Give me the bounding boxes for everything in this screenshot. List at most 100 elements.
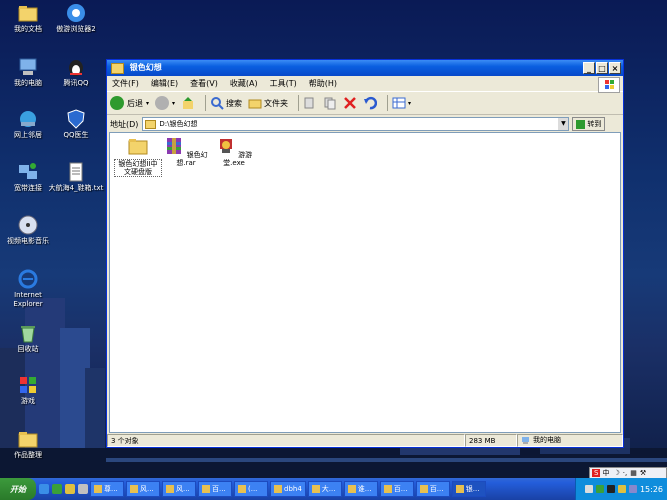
folder-icon [145,119,157,129]
taskbar-item[interactable]: 百... [379,481,414,497]
speaker-icon[interactable] [628,485,637,493]
desktop-icon-text-file[interactable]: 大航海4_鞋箱.txt [48,161,104,193]
up-folder-button[interactable] [181,96,195,110]
rar-archive-icon [167,138,182,154]
system-tray: 15:26 [575,478,667,500]
address-label: 地址(D) [110,119,139,129]
clock[interactable]: 15:26 [640,485,663,494]
start-button[interactable]: 开始 [0,478,36,500]
desktop-icon-qq[interactable]: 腾讯QQ [48,56,104,88]
close-button[interactable]: × [609,62,621,74]
quicklaunch-app-icon[interactable] [65,484,75,494]
folder-icon [274,485,282,493]
app-icon [238,485,246,493]
menu-view[interactable]: 查看(V) [190,78,218,89]
desktop-icon-games[interactable]: 游戏 [0,374,56,406]
folder-icon [18,6,38,22]
toolbar: 后退 ▾ ▾ 搜索 文件夹 ▾ [107,91,623,115]
go-button[interactable]: 转到 [572,117,606,131]
menu-file[interactable]: 文件(F) [112,78,139,89]
folder-icon [18,432,38,448]
taskbar-item[interactable]: 百... [415,481,450,497]
search-icon [211,97,224,110]
quicklaunch-desktop-icon[interactable] [78,484,88,494]
menu-tools[interactable]: 工具(T) [270,78,297,89]
desktop-icon-media[interactable]: 视频电影音乐 [0,214,56,246]
menu-help[interactable]: 帮助(H) [309,78,337,89]
file-item[interactable]: 游游堂.exe [210,137,258,167]
status-count: 3 个对象 [107,434,465,447]
taskbar-item[interactable]: dbh4 [270,481,306,497]
taskbar-item-active[interactable]: 银... [451,481,486,497]
network-connection-icon [19,163,37,179]
folder-icon [248,99,262,109]
address-bar: 地址(D) D:\银色幻想 ▼ 转到 [107,115,623,133]
delete-x-icon [344,97,356,109]
views-grid-icon [392,97,406,109]
move-to-icon [304,97,314,109]
cd-media-icon [18,215,38,235]
address-input[interactable]: D:\银色幻想 ▼ [142,117,570,131]
taskbar-item[interactable]: 风... [126,481,160,497]
desktop-icon-qq-doctor[interactable]: QQ医生 [48,108,104,140]
folders-button[interactable]: 文件夹 [248,96,288,110]
status-size: 283 MB [465,434,517,447]
tray-icon[interactable] [584,485,593,493]
back-arrow-icon [110,96,124,110]
ime-mode[interactable]: 中 [602,468,609,478]
qq-penguin-icon [69,60,83,76]
ime-keyboard-icon[interactable]: ▦ [630,469,637,477]
up-arrow-icon [183,97,194,109]
file-item[interactable]: 银色幻想.rar [162,137,210,167]
internet-explorer-icon [18,269,38,289]
menu-bar: 文件(F) 编辑(E) 查看(V) 收藏(A) 工具(T) 帮助(H) [107,76,623,93]
window-titlebar[interactable]: 银色幻想 _ □ × [107,60,623,76]
minimize-button[interactable]: _ [583,62,595,74]
app-icon [383,485,392,493]
views-button[interactable]: ▾ [392,96,411,110]
folder-icon [128,139,148,155]
back-button[interactable]: 后退 ▾ [110,96,149,110]
ime-tools-icon[interactable]: ⚒ [640,469,646,477]
file-list[interactable]: 银色幻想II中文硬盘版 银色幻想.rar 游游堂.exe [109,132,621,433]
copy-to-button[interactable] [323,96,337,110]
tray-icon[interactable] [595,485,604,493]
quicklaunch-browser-icon[interactable] [39,484,49,494]
forward-button[interactable]: ▾ [155,96,175,110]
menu-edit[interactable]: 编辑(E) [151,78,178,89]
desktop-icon-internet-explorer[interactable]: Internet Explorer [0,268,56,309]
forward-arrow-icon [155,96,170,110]
app-icon [311,485,320,493]
tray-icon[interactable] [617,485,626,493]
app-icon [202,485,210,493]
ime-moon-icon[interactable]: ☽ [613,469,619,477]
taskbar-item[interactable]: 大... [307,481,342,497]
app-icon [94,485,102,493]
search-button[interactable]: 搜索 [210,96,242,110]
move-to-button[interactable] [303,96,317,110]
status-location: 我的电脑 [517,434,623,447]
address-dropdown[interactable]: ▼ [558,118,569,130]
taskbar-item[interactable]: 谁... [343,481,378,497]
ime-punct-icon[interactable]: ·, [623,469,627,477]
app-icon [166,485,174,493]
taskbar-item[interactable]: 尊... [90,481,124,497]
recycle-bin-icon [21,326,35,343]
delete-button[interactable] [343,96,357,110]
text-file-icon [69,162,83,182]
desktop-icon-works[interactable]: 作品整理 [0,428,56,460]
window-title: 银色幻想 [129,63,162,72]
desktop-icon-maxthon[interactable]: 傲游浏览器2 [48,2,104,34]
taskbar-item[interactable]: 风... [162,481,196,497]
taskbar-item[interactable]: 百... [198,481,232,497]
qq-penguin-icon[interactable] [606,485,615,493]
desktop-icon-recycle-bin[interactable]: 回收站 [0,322,56,354]
computer-icon [19,58,37,75]
taskbar-item[interactable]: (... [234,481,268,497]
file-item[interactable]: 银色幻想II中文硬盘版 [114,137,162,177]
menu-favorites[interactable]: 收藏(A) [230,78,258,89]
windows-flag-icon [20,377,36,393]
maximize-button[interactable]: □ [596,62,608,74]
quicklaunch-app-icon[interactable] [52,484,62,494]
undo-button[interactable] [363,96,378,110]
